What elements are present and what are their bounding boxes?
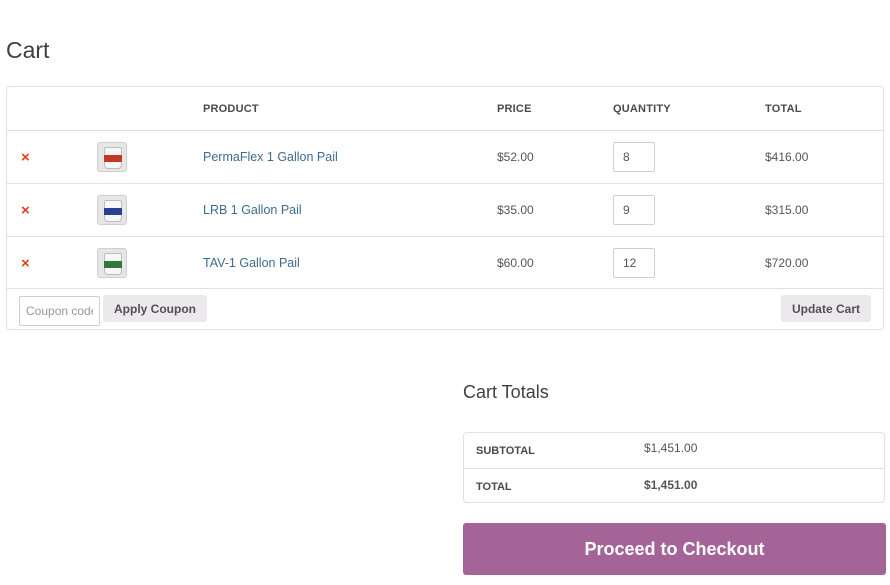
quantity-input[interactable]: [613, 248, 655, 278]
table-row: × LRB 1 Gallon Pail $35.00 $315.00: [7, 183, 883, 236]
product-link[interactable]: TAV-1 Gallon Pail: [203, 256, 300, 270]
header-product: PRODUCT: [203, 102, 259, 115]
proceed-to-checkout-button[interactable]: Proceed to Checkout: [463, 523, 886, 575]
quantity-input[interactable]: [613, 195, 655, 225]
item-total: $416.00: [765, 150, 809, 164]
product-link[interactable]: LRB 1 Gallon Pail: [203, 203, 302, 217]
update-cart-button[interactable]: Update Cart: [780, 295, 871, 322]
total-label: TOTAL: [476, 481, 512, 493]
cart-totals-title: Cart Totals: [463, 382, 549, 402]
cart-totals-table: SUBTOTAL $1,451.00 TOTAL $1,451.00: [463, 432, 885, 503]
subtotal-row: SUBTOTAL $1,451.00: [464, 433, 884, 468]
product-thumbnail[interactable]: [97, 195, 127, 225]
item-total: $720.00: [765, 256, 809, 270]
coupon-code-input[interactable]: [19, 296, 100, 326]
page-title: Cart: [6, 37, 50, 63]
header-total: TOTAL: [765, 102, 802, 115]
subtotal-label: SUBTOTAL: [476, 445, 535, 457]
table-row: × TAV-1 Gallon Pail $60.00 $720.00: [7, 236, 883, 289]
product-thumbnail[interactable]: [97, 248, 127, 278]
item-price: $52.00: [497, 150, 534, 164]
item-price: $60.00: [497, 256, 534, 270]
quantity-input[interactable]: [613, 142, 655, 172]
product-thumbnail[interactable]: [97, 142, 127, 172]
table-row: × PermaFlex 1 Gallon Pail $52.00 $416.00: [7, 130, 883, 183]
remove-x-icon[interactable]: ×: [21, 256, 30, 271]
header-price: PRICE: [497, 102, 532, 115]
total-value: $1,451.00: [644, 478, 698, 492]
remove-x-icon[interactable]: ×: [21, 150, 30, 165]
remove-x-icon[interactable]: ×: [21, 203, 30, 218]
table-header: PRODUCT PRICE QUANTITY TOTAL: [7, 87, 883, 130]
total-row: TOTAL $1,451.00: [464, 468, 884, 504]
cart-actions: Apply Coupon Update Cart: [7, 288, 883, 330]
apply-coupon-button[interactable]: Apply Coupon: [103, 295, 207, 322]
product-link[interactable]: PermaFlex 1 Gallon Pail: [203, 150, 338, 164]
header-quantity: QUANTITY: [613, 102, 671, 115]
cart-table: PRODUCT PRICE QUANTITY TOTAL × PermaFlex…: [6, 86, 884, 330]
item-total: $315.00: [765, 203, 809, 217]
subtotal-value: $1,451.00: [644, 441, 698, 455]
item-price: $35.00: [497, 203, 534, 217]
